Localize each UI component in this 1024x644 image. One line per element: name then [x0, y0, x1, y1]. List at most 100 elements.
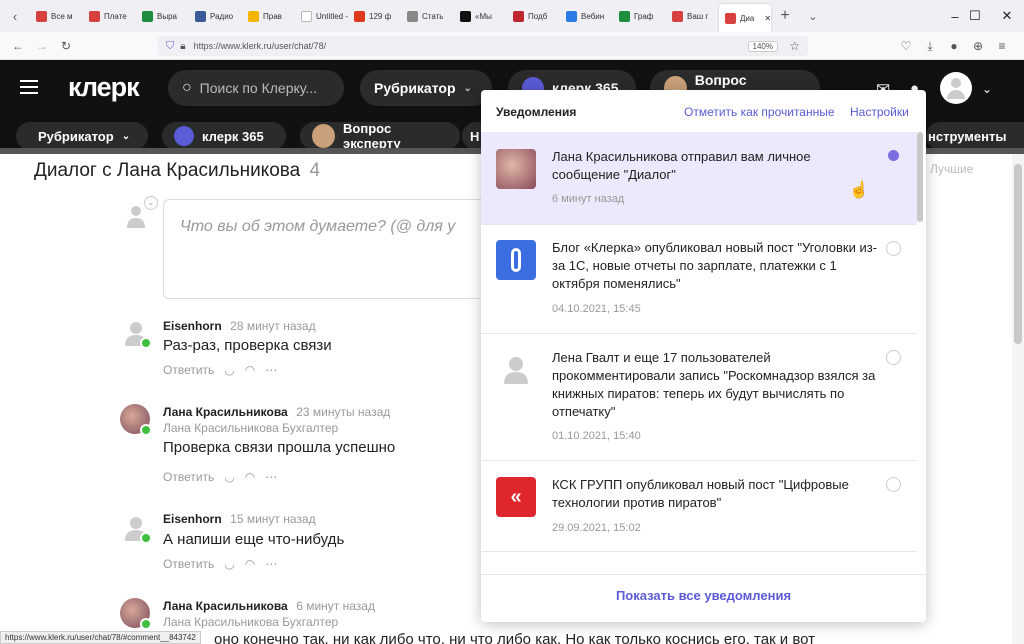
rubricator-sub-button[interactable]: Рубрикатор ⌄ — [16, 122, 148, 150]
sad-icon[interactable]: ◠ — [245, 557, 255, 571]
comment-author[interactable]: Eisenhorn — [163, 319, 222, 333]
tab-favicon-icon — [566, 10, 577, 22]
shield-icon: ⛉ — [166, 39, 175, 52]
browser-tab[interactable]: 129 ф — [348, 0, 401, 32]
new-tab-button[interactable]: + — [771, 0, 799, 32]
nav-pill-partial-label: Н — [470, 128, 480, 144]
browser-tab[interactable]: Вебин — [560, 0, 613, 32]
forward-icon[interactable]: → — [34, 38, 50, 54]
rubricator-label: Рубрикатор — [374, 80, 456, 96]
rubricator-button[interactable]: Рубрикатор ⌄ — [360, 70, 492, 106]
comment-time[interactable]: 28 минут назад — [230, 319, 315, 333]
reply-link[interactable]: Ответить — [163, 363, 214, 377]
tools-button[interactable]: нструменты — [926, 122, 1024, 150]
account-chevron-icon[interactable]: ⌄ — [982, 82, 992, 96]
comment-author[interactable]: Eisenhorn — [163, 512, 222, 526]
more-icon[interactable]: ⋯ — [265, 363, 277, 377]
browser-tab[interactable]: Радио — [189, 0, 242, 32]
browser-tab[interactable]: «Мы — [454, 0, 507, 32]
browser-tab[interactable]: Ваш г — [666, 0, 719, 32]
browser-tab[interactable]: Стать — [401, 0, 454, 32]
notification-date: 01.10.2021, 15:40 — [552, 430, 641, 442]
extension-icon[interactable]: ⊕ — [970, 38, 986, 54]
downloads-icon[interactable]: ⤓ — [922, 38, 938, 54]
reload-icon[interactable]: ↻ — [58, 38, 74, 54]
more-icon[interactable]: ⋯ — [265, 470, 277, 484]
comment-count: 4 — [309, 160, 321, 181]
tools-label: нструменты — [928, 128, 1007, 144]
comment-text: Проверка связи прошла успешно — [163, 439, 396, 456]
notifications-title: Уведомления — [496, 105, 577, 119]
rubricator-sub-label: Рубрикатор — [38, 128, 114, 144]
tab-list-chevron-icon[interactable]: ⌄ — [799, 0, 827, 32]
dialog-title: Диалог с Лана Красильникова — [34, 160, 301, 181]
reply-link[interactable]: Ответить — [163, 557, 214, 571]
tab-scroll-left-icon[interactable]: ‹ — [0, 0, 30, 32]
pocket-icon[interactable]: ♡ — [898, 38, 914, 54]
read-radio-icon[interactable] — [886, 477, 901, 492]
back-icon[interactable]: ← — [10, 38, 26, 54]
browser-tab[interactable]: Untitled - — [295, 0, 348, 32]
tab-favicon-icon — [513, 10, 524, 22]
profile-icon[interactable]: ● — [946, 38, 962, 54]
unread-dot-icon[interactable] — [888, 150, 899, 161]
mark-read-link[interactable]: Отметить как прочитанные — [684, 105, 835, 119]
online-status-icon — [140, 424, 152, 436]
read-radio-icon[interactable] — [886, 241, 901, 256]
tab-favicon-icon — [89, 10, 100, 22]
dropdown-chevron-icon[interactable]: ⌄ — [144, 196, 158, 210]
smile-icon[interactable]: ◡ — [224, 557, 234, 571]
comment-time[interactable]: 23 минуты назад — [296, 405, 390, 419]
hamburger-icon[interactable] — [20, 80, 38, 94]
notification-item[interactable]: « КСК ГРУПП опубликовал новый пост "Цифр… — [481, 461, 917, 552]
page-scrollbar[interactable] — [1012, 154, 1024, 644]
sad-icon[interactable]: ◠ — [245, 470, 255, 484]
browser-tab[interactable]: Выра — [136, 0, 189, 32]
site-logo[interactable]: клерк — [68, 72, 140, 103]
comment-author[interactable]: Лана Красильникова — [163, 599, 288, 613]
sort-best-label[interactable]: Лучшие — [930, 162, 973, 176]
bookmark-star-icon[interactable]: ☆ — [789, 39, 800, 53]
read-radio-icon[interactable] — [886, 350, 901, 365]
notification-item[interactable]: Блог «Клерка» опубликовал новый пост "Уг… — [481, 225, 917, 334]
comment-author[interactable]: Лана Красильникова — [163, 405, 288, 419]
notification-text: Блог «Клерка» опубликовал новый пост "Уг… — [552, 240, 878, 291]
smile-icon[interactable]: ◡ — [224, 363, 234, 377]
browser-tab[interactable]: Подб — [507, 0, 560, 32]
comment-time[interactable]: 15 минут назад — [230, 512, 315, 526]
settings-link[interactable]: Настройки — [850, 105, 909, 119]
avatar[interactable] — [940, 72, 972, 104]
maximize-button[interactable]: ☐ — [955, 0, 995, 32]
menu-icon[interactable]: ≡ — [994, 38, 1010, 54]
notification-item[interactable]: Лена Гвалт и еще 17 пользователей проком… — [481, 334, 917, 461]
notification-item[interactable]: Лана Красильникова отправил вам личное с… — [481, 132, 917, 225]
close-tab-icon[interactable]: ✕ — [764, 14, 771, 23]
expert-sub-button[interactable]: Вопрос эксперту — [300, 121, 460, 151]
klerk365-sub-button[interactable]: клерк 365 — [162, 122, 286, 150]
tab-label: Untitled - — [316, 11, 348, 21]
browser-tab[interactable]: Граф — [613, 0, 666, 32]
notification-date: 29.09.2021, 15:02 — [552, 522, 641, 534]
show-all-notifications-button[interactable]: Показать все уведомления — [481, 588, 926, 603]
close-window-button[interactable]: ✕ — [990, 0, 1024, 32]
smile-icon[interactable]: ◡ — [224, 470, 234, 484]
comment-time[interactable]: 6 минут назад — [296, 599, 375, 613]
browser-tab[interactable]: Все м — [30, 0, 83, 32]
online-status-icon — [140, 337, 152, 349]
tab-label: Диа — [740, 13, 755, 23]
zoom-badge[interactable]: 140% — [747, 40, 778, 52]
browser-tab[interactable]: Плате — [83, 0, 136, 32]
comment-header: Eisenhorn 28 минут назад — [163, 317, 316, 335]
notifications-scrollbar[interactable] — [917, 132, 923, 222]
more-icon[interactable]: ⋯ — [265, 557, 277, 571]
sad-icon[interactable]: ◠ — [245, 363, 255, 377]
search-input[interactable]: ○ Поиск по Клерку... — [168, 70, 344, 106]
url-bar[interactable]: ⛉ 🔒︎ https://www.klerk.ru/user/chat/78/ … — [158, 36, 808, 56]
chevron-down-icon: ⌄ — [121, 130, 131, 142]
browser-tab[interactable]: Прав — [242, 0, 295, 32]
comment-input[interactable]: Что вы об этом думаете? (@ для у — [163, 199, 493, 299]
browser-tab[interactable]: Диа ✕ — [719, 4, 771, 32]
reply-link[interactable]: Ответить — [163, 470, 214, 484]
comment-header: Лана Красильникова 6 минут назад — [163, 597, 375, 615]
comment-role: Лана Красильникова Бухгалтер — [163, 421, 339, 435]
